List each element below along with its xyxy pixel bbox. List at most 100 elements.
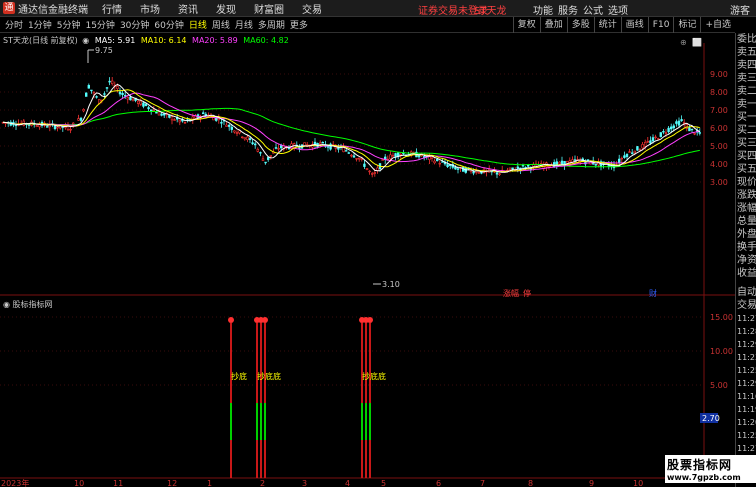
add-watchlist-button[interactable]: +自选 [700, 17, 735, 33]
settings-dot-icon[interactable]: ◉ [3, 300, 13, 309]
candle-body [360, 158, 363, 160]
candle-body [643, 142, 647, 147]
rp-label: 卖四 [737, 60, 756, 71]
rp-label-auto[interactable]: 自动 [736, 286, 756, 299]
overlay-button[interactable]: 叠加 [539, 17, 567, 33]
period-more[interactable]: 更多 [290, 18, 308, 31]
f10-button[interactable]: F10 [647, 17, 674, 33]
menu-quotes[interactable]: 行情 [102, 1, 122, 16]
menu-news[interactable]: 资讯 [178, 1, 198, 16]
period-15min[interactable]: 15分钟 [85, 18, 114, 31]
menu-function[interactable]: 功能 [533, 2, 553, 17]
event-label-halt[interactable]: 停 [523, 288, 531, 298]
candle-body [667, 127, 670, 132]
period-5min[interactable]: 5分钟 [57, 18, 81, 31]
rp-label-trade[interactable]: 交易 [736, 299, 756, 312]
candle-body [516, 166, 520, 169]
candle-body [472, 171, 475, 174]
adjust-button[interactable]: 复权 [512, 17, 540, 33]
candle-body [170, 116, 174, 121]
signal-bar-red [260, 440, 262, 478]
candle-body [248, 138, 252, 140]
trade-time: 11:25 [737, 431, 756, 440]
candle-body [370, 173, 374, 175]
ma10-line [2, 89, 700, 173]
candle-body [532, 164, 535, 167]
guest-label[interactable]: 游客 [730, 2, 750, 17]
candle-body [659, 132, 663, 137]
period-monthly[interactable]: 月线 [235, 18, 253, 31]
time-tick: 1 [207, 479, 212, 487]
trade-time: 11:29 [737, 379, 756, 388]
period-1min[interactable]: 1分钟 [28, 18, 52, 31]
trade-time: 11:19 [737, 405, 756, 414]
signal-bar-red [369, 323, 371, 403]
candle-body [183, 121, 187, 124]
period-tick[interactable]: 分时 [5, 18, 23, 31]
signal-bar-green [264, 403, 266, 440]
candle-body [654, 136, 657, 139]
period-weekly[interactable]: 周线 [212, 18, 230, 31]
multi-stock-button[interactable]: 多股 [566, 17, 594, 33]
quote-side-panel[interactable]: 委比 卖五 卖四 卖三 卖二 卖一 买一 买二 买三 买四 买五 现价 涨跌 涨… [735, 33, 756, 487]
candle-body [230, 126, 233, 130]
mark-button[interactable]: 标记 [673, 17, 700, 33]
sub-tick: 10.00 [710, 347, 733, 356]
chart-canvas[interactable]: 9.00 8.00 7.00 6.00 5.00 4.00 3.00 9.75 … [0, 33, 735, 487]
candle-body [586, 159, 590, 161]
stats-button[interactable]: 统计 [593, 17, 621, 33]
candle-body [628, 151, 631, 153]
signal-bar-green [361, 403, 363, 440]
expand-icon[interactable]: ⬜ [692, 37, 702, 47]
candle-body [103, 93, 106, 95]
menu-discover[interactable]: 发现 [216, 1, 236, 16]
menu-formula[interactable]: 公式 [583, 2, 603, 17]
candle-body [279, 145, 283, 149]
candle-body [623, 155, 626, 158]
period-multi[interactable]: 多周期 [258, 18, 285, 31]
sub-tick: 5.00 [710, 381, 728, 390]
menu-wealth[interactable]: 财富圈 [254, 1, 284, 16]
candle-body [373, 172, 376, 174]
candle-body [688, 127, 691, 132]
event-label-finance[interactable]: 财 [649, 288, 657, 298]
candle-body [251, 142, 254, 145]
signal-label: 抄底 [231, 371, 247, 381]
period-30min[interactable]: 30分钟 [120, 18, 149, 31]
candle-body [337, 147, 340, 150]
menu-market[interactable]: 市场 [140, 1, 160, 16]
menu-service[interactable]: 服务 [558, 2, 578, 17]
rp-label: 委比 [737, 34, 756, 45]
current-value: 2.70 [702, 414, 720, 423]
event-label-gain[interactable]: 涨幅 [503, 288, 519, 298]
draw-line-button[interactable]: 画线 [620, 17, 648, 33]
zoom-icon[interactable]: ⊕ [680, 38, 687, 47]
candle-body [633, 150, 637, 154]
candle-body [620, 157, 624, 160]
signal-bar-green [230, 403, 232, 440]
title-bar: 通 通达信金融终端 行情 市场 资讯 发现 财富圈 交易 证券交易未登录 ST天… [0, 0, 756, 17]
rp-label: 卖三 [737, 73, 756, 84]
signal-bar-red [365, 440, 367, 478]
signal-bars[interactable] [228, 317, 373, 478]
period-60min[interactable]: 60分钟 [154, 18, 183, 31]
candle-body [241, 136, 244, 139]
price-tick: 5.00 [710, 142, 728, 151]
period-daily[interactable]: 日线 [189, 18, 207, 31]
menu-trade[interactable]: 交易 [302, 1, 322, 16]
candle-body [269, 155, 272, 157]
candle-body [266, 157, 270, 160]
menu-options[interactable]: 选项 [608, 2, 628, 17]
signal-bar-red [260, 323, 262, 403]
candle-body [77, 118, 80, 121]
candle-body [274, 147, 278, 149]
time-tick: 9 [589, 479, 594, 487]
price-tick: 4.00 [710, 160, 728, 169]
candle-body [690, 128, 694, 131]
candle-body [422, 156, 426, 158]
candle-body [675, 121, 678, 124]
candle-body [662, 131, 665, 133]
candle-body [56, 126, 59, 129]
candle-body [246, 136, 249, 141]
candle-body [147, 107, 150, 110]
